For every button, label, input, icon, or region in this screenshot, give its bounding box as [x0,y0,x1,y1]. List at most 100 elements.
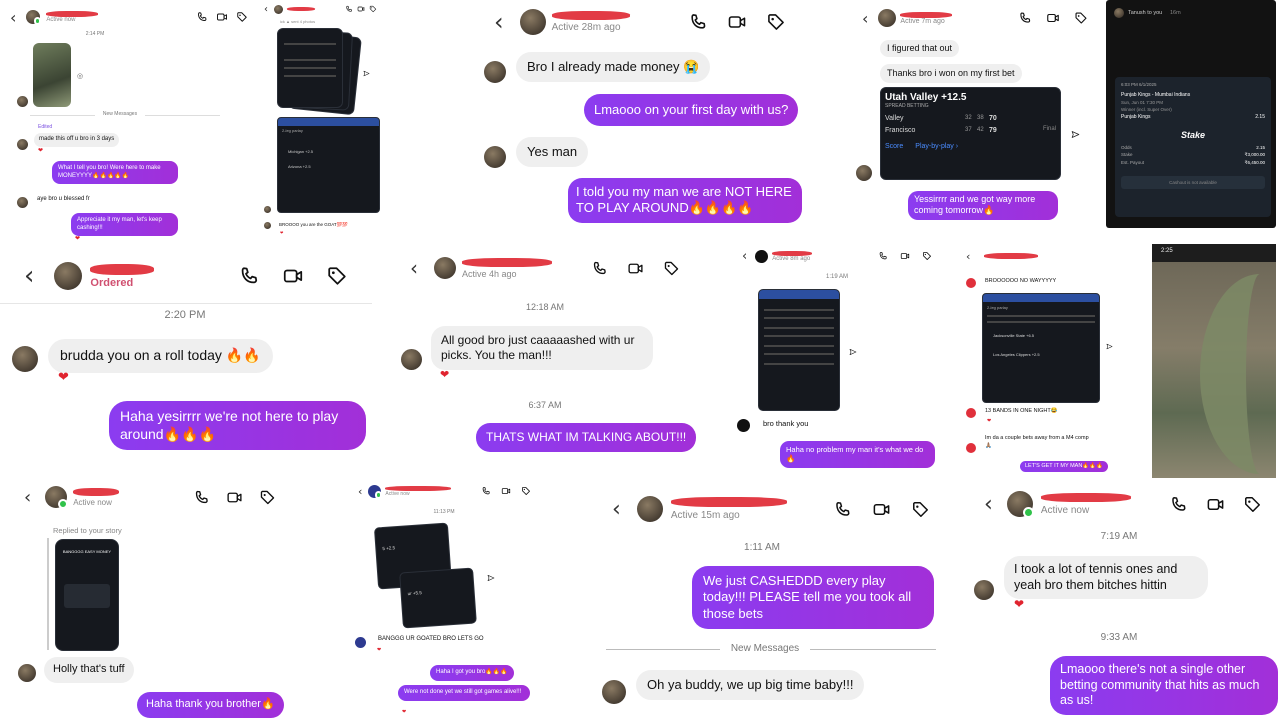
game-score-card[interactable]: Utah Valley +12.5 SPREAD BETTING Valley … [880,87,1061,180]
heart-reaction[interactable]: ❤ [75,235,80,242]
message-out[interactable]: Yessirrrr and we got way more coming tom… [908,191,1058,220]
share-icon[interactable] [487,574,495,582]
message-in[interactable]: BROOOOOO NO WAYYYYY [985,278,1056,284]
message-out[interactable]: Lmaooo on your first day with us? [584,94,799,127]
video-icon[interactable] [216,11,228,23]
message-in[interactable]: made this off u bro in 3 days [34,133,120,147]
phone-icon[interactable] [591,260,608,277]
avatar[interactable] [368,484,383,499]
tag-icon[interactable] [326,265,348,287]
phone-icon[interactable] [878,251,888,261]
message-in[interactable]: BROOOO you are the GOAT💯💯 [279,222,348,228]
heart-reaction[interactable]: ❤ [38,147,43,154]
heart-reaction[interactable]: ❤ [440,368,449,381]
bet-slip-photo[interactable]: 2-leg parlay Michigan +2.5 Arizona +2.5 [277,117,380,213]
phone-icon[interactable] [481,486,491,496]
phone-icon[interactable] [196,11,208,23]
back-arrow-icon[interactable]: ‹ [862,9,868,28]
phone-icon[interactable] [1018,11,1032,25]
message-in[interactable]: aye bro u blessed fr [37,196,90,202]
message-out[interactable]: I told you my man we are NOT HERE TO PLA… [568,178,802,223]
message-in[interactable]: Im da a couple bets away from a M4 comp … [985,435,1095,450]
video-icon[interactable] [627,260,644,277]
bet-slip-photo[interactable]: ur +5.5 [399,567,477,629]
message-out[interactable]: THATS WHAT IM TALKING ABOUT!!! [476,423,697,452]
message-out[interactable]: What I tell you bro! Were here to make M… [52,161,178,184]
back-arrow-icon[interactable]: ‹ [24,487,31,508]
message-in[interactable]: I took a lot of tennis ones and yeah bro… [1004,556,1208,600]
avatar[interactable] [45,486,69,510]
tag-icon[interactable] [1074,11,1088,25]
back-arrow-icon[interactable]: ‹ [10,8,16,27]
message-out[interactable]: Haha thank you brother🔥 [137,692,284,718]
heart-reaction[interactable]: ❤ [1014,597,1024,611]
play-by-play-link[interactable]: Play-by-play › [915,143,958,150]
message-out[interactable]: Haha I got you bro🔥🔥🔥 [430,665,514,681]
share-icon[interactable] [363,70,370,77]
back-arrow-icon[interactable]: ‹ [984,492,993,517]
message-in[interactable]: Bro I already made money 😭 [516,52,711,83]
video-icon[interactable] [282,265,304,287]
message-in[interactable]: 13 BANDS IN ONE NIGHT😂 [985,408,1058,414]
heart-reaction[interactable]: ❤ [402,709,406,715]
tag-icon[interactable] [1243,495,1262,514]
cash-photo[interactable] [33,43,71,107]
back-arrow-icon[interactable]: ‹ [742,249,747,264]
message-out[interactable]: Appreciate it my man, let's keep cashing… [71,213,178,236]
heart-reaction[interactable]: ❤ [377,647,381,653]
video-icon[interactable] [501,486,511,496]
back-arrow-icon[interactable]: ‹ [966,250,970,263]
bet-slip-photo[interactable] [277,28,343,108]
message-in[interactable]: BANGGG UR GOATED BRO LETS GO [378,636,484,642]
message-in[interactable]: bro thank you [763,419,808,428]
phone-icon[interactable] [238,265,260,287]
score-link[interactable]: Score [885,143,903,150]
message-out[interactable]: LET'S GET IT MY MAN🔥🔥🔥 [1020,461,1108,472]
message-in[interactable]: Yes man [516,137,589,168]
tag-icon[interactable] [521,486,531,496]
heart-reaction[interactable]: ❤ [58,369,69,385]
phone-icon[interactable] [833,500,852,519]
message-out[interactable]: Haha no problem my man it's what we do🔥 [780,441,935,468]
avatar[interactable] [636,496,663,522]
bet-slip-photo[interactable] [758,289,840,411]
avatar[interactable] [755,249,769,263]
video-icon[interactable] [900,251,910,261]
video-icon[interactable] [1046,11,1060,25]
video-icon[interactable] [872,500,891,519]
tag-icon[interactable] [663,260,680,277]
message-out[interactable]: We just CASHEDDD every play today!!! PLE… [692,566,934,629]
video-icon[interactable] [727,12,747,32]
back-arrow-icon[interactable]: ‹ [264,4,268,15]
video-icon[interactable] [1206,495,1225,514]
cash-photo-panel[interactable]: 2:25 [1152,244,1276,478]
message-in[interactable]: Thanks bro i won on my first bet [880,64,1022,84]
back-arrow-icon[interactable]: ‹ [612,497,621,522]
back-arrow-icon[interactable]: ‹ [494,8,504,36]
message-in[interactable]: Oh ya buddy, we up big time baby!!! [636,670,865,701]
bet-slip-photo[interactable]: 2-leg parlay Jacksonville State +6.5 Los… [982,293,1100,403]
reaction-icon[interactable]: ◎ [77,72,83,80]
video-icon[interactable] [226,489,243,506]
back-arrow-icon[interactable]: ‹ [410,256,418,280]
bet-card[interactable]: 6:03 PM 6/1/2025 Punjab Kings - Mumbai I… [1115,77,1271,217]
tag-icon[interactable] [922,251,932,261]
message-out[interactable]: Lmaooo there's not a single other bettin… [1050,656,1278,715]
message-in[interactable]: Holly that's tuff [44,657,134,683]
tag-icon[interactable] [236,11,248,23]
avatar[interactable] [519,9,546,35]
avatar[interactable] [1006,491,1034,519]
message-in[interactable]: I figured that out [880,40,960,58]
share-icon[interactable] [849,348,857,356]
avatar[interactable] [26,10,42,25]
phone-icon[interactable] [688,12,708,32]
share-icon[interactable] [1106,343,1113,350]
tag-icon[interactable] [259,489,276,506]
tag-icon[interactable] [911,500,930,519]
message-out[interactable]: Were not done yet we still got games ali… [398,685,530,701]
share-icon[interactable] [1071,130,1080,139]
video-icon[interactable] [357,5,365,13]
avatar[interactable] [878,9,897,27]
avatar[interactable] [274,4,283,14]
phone-icon[interactable] [1169,495,1188,514]
